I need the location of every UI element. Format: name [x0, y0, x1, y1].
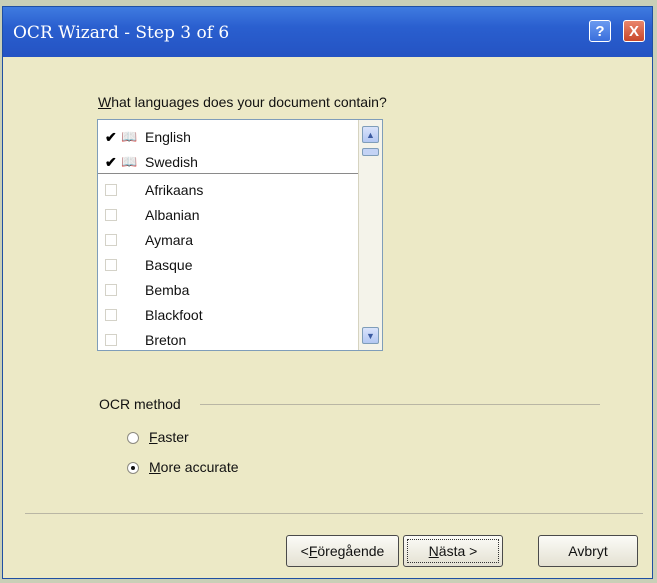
ocr-method-group-label: OCR method — [99, 396, 181, 412]
scroll-up-arrow-icon[interactable]: ▲ — [362, 126, 379, 143]
languages-question-label: What languages does your document contai… — [98, 94, 387, 110]
ocr-wizard-dialog: OCR Wizard - Step 3 of 6 ? X What langua… — [2, 6, 653, 579]
list-item-albanian[interactable]: Albanian — [98, 202, 358, 227]
checkbox[interactable] — [105, 258, 117, 271]
checkmark-icon[interactable]: ✔ — [105, 130, 117, 144]
list-item-aymara[interactable]: Aymara — [98, 227, 358, 252]
back-button[interactable]: < Föregående — [286, 535, 399, 567]
list-item-swedish[interactable]: ✔ 📖 Swedish — [98, 149, 358, 174]
checkbox[interactable] — [105, 308, 117, 321]
close-icon[interactable]: X — [623, 20, 645, 42]
list-item-basque[interactable]: Basque — [98, 252, 358, 277]
more-accurate-radio-label[interactable]: More accurate — [149, 459, 239, 475]
more-accurate-radio[interactable] — [127, 462, 139, 474]
list-item-bemba[interactable]: Bemba — [98, 277, 358, 302]
list-scrollbar[interactable]: ▲ ▼ — [358, 120, 382, 350]
list-item-afrikaans[interactable]: Afrikaans — [98, 177, 358, 202]
languages-listbox[interactable]: ✔ 📖 English ✔ 📖 Swedish Afrikaans Albani… — [97, 119, 383, 351]
selection-divider — [98, 173, 358, 174]
window-title: OCR Wizard - Step 3 of 6 — [13, 23, 230, 43]
cancel-button[interactable]: Avbryt — [538, 535, 638, 567]
faster-radio-label[interactable]: Faster — [149, 429, 189, 445]
next-button[interactable]: Nästa > — [403, 535, 503, 567]
checkbox[interactable] — [105, 283, 117, 296]
title-bar: OCR Wizard - Step 3 of 6 ? X — [3, 7, 652, 57]
checkbox[interactable] — [105, 208, 117, 221]
scroll-thumb[interactable] — [362, 148, 379, 156]
checkbox[interactable] — [105, 333, 117, 346]
dictionary-icon: 📖 — [121, 153, 138, 169]
checkmark-icon[interactable]: ✔ — [105, 155, 117, 169]
dictionary-icon: 📖 — [121, 128, 138, 144]
footer-divider — [25, 513, 643, 514]
list-item-breton[interactable]: Breton — [98, 327, 358, 350]
list-item-blackfoot[interactable]: Blackfoot — [98, 302, 358, 327]
scroll-down-arrow-icon[interactable]: ▼ — [362, 327, 379, 344]
checkbox[interactable] — [105, 233, 117, 246]
list-item-english[interactable]: ✔ 📖 English — [98, 124, 358, 149]
checkbox[interactable] — [105, 183, 117, 196]
help-icon[interactable]: ? — [589, 20, 611, 42]
group-divider — [200, 404, 600, 405]
faster-radio[interactable] — [127, 432, 139, 444]
